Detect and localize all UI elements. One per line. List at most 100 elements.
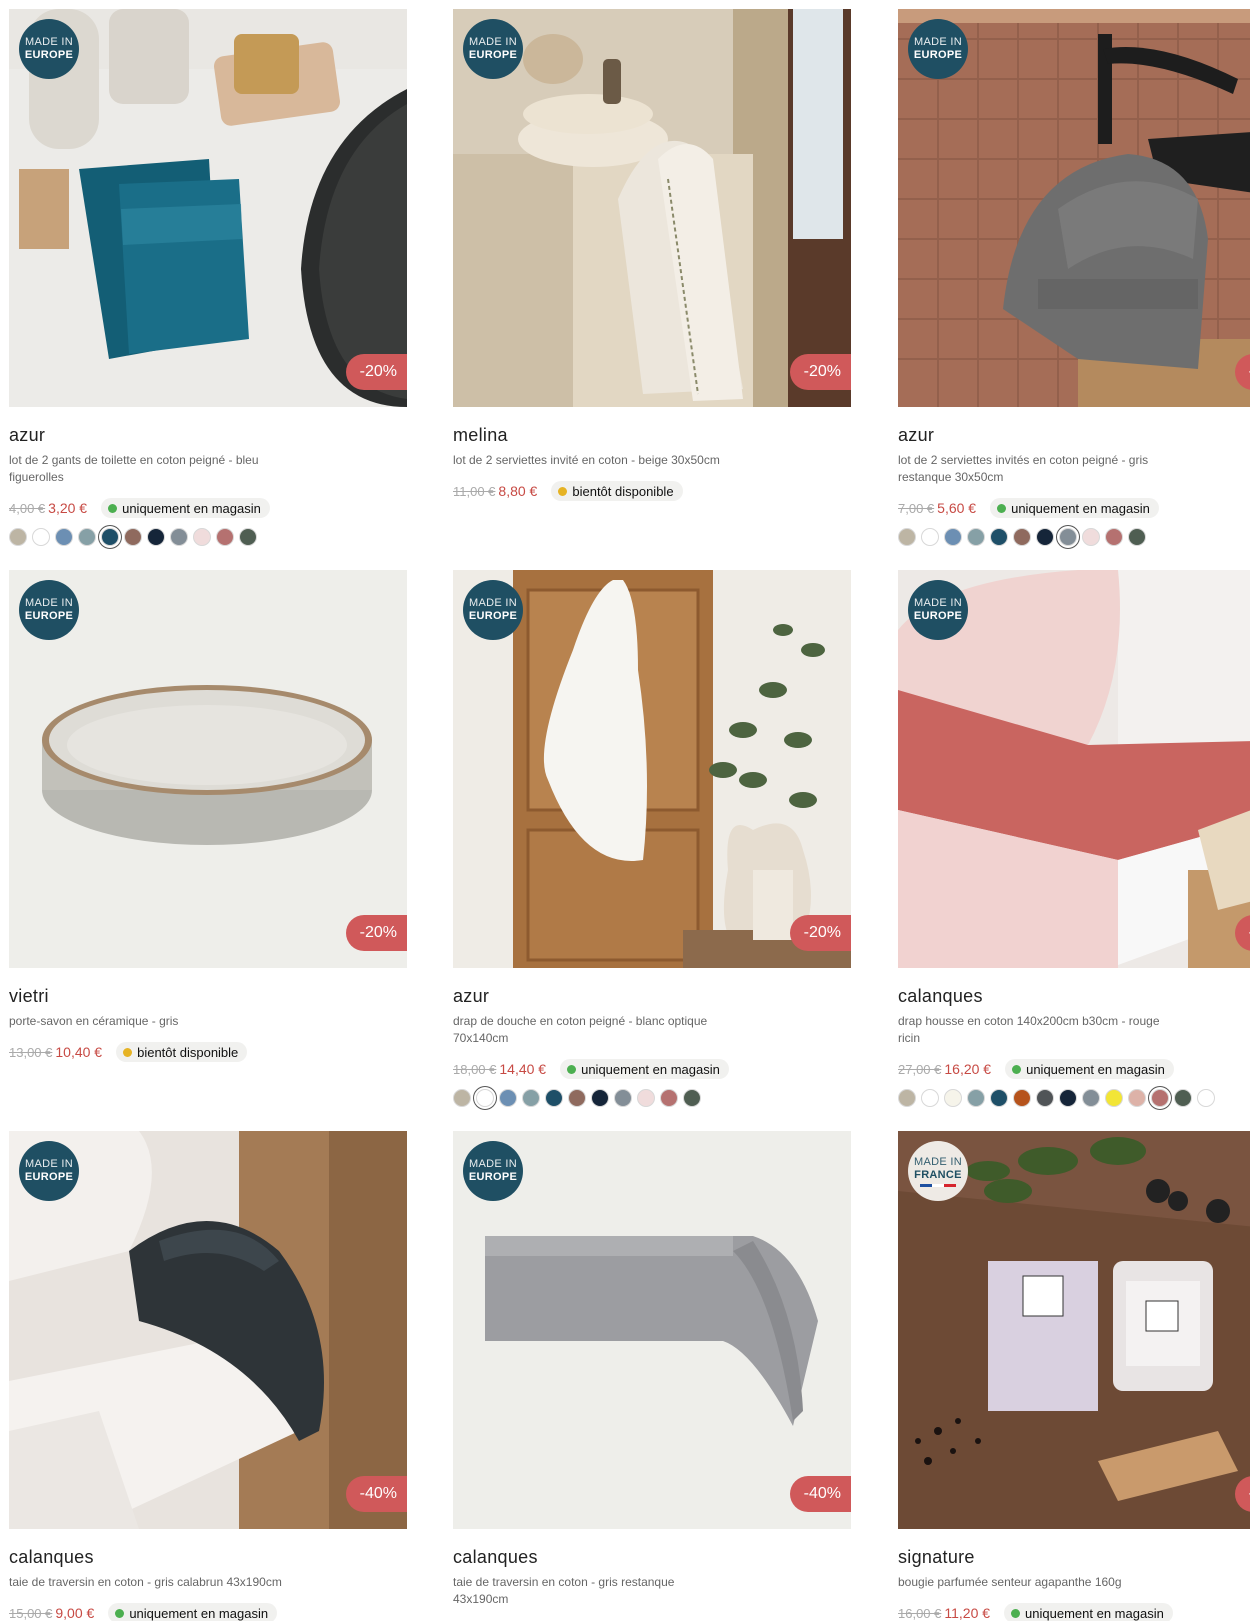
product-card[interactable]: MADE IN EUROPE -40% calanques taie de tra… <box>9 1131 407 1621</box>
color-swatch[interactable] <box>499 1089 517 1107</box>
product-card[interactable]: MADE INEUROPE -20% calanques drap housse… <box>898 570 1250 1107</box>
product-card[interactable]: MADE IN EUROPE -20% azur lot de 2 gants d… <box>9 9 407 546</box>
color-swatch[interactable] <box>1036 1089 1054 1107</box>
color-swatch[interactable] <box>944 528 962 546</box>
product-card[interactable]: MADE INFRANCE -20% signature bougie parf… <box>898 1131 1250 1621</box>
color-swatch[interactable] <box>1105 528 1123 546</box>
made-in-europe-badge: MADE IN EUROPE <box>19 1141 79 1201</box>
old-price: 18,00 € <box>453 1061 497 1077</box>
product-title[interactable]: calanques <box>453 1547 851 1568</box>
color-swatch[interactable] <box>921 528 939 546</box>
color-swatch[interactable] <box>193 528 211 546</box>
color-swatch[interactable] <box>683 1089 701 1107</box>
status-dot-icon <box>567 1064 577 1074</box>
color-swatch[interactable] <box>1059 1089 1077 1107</box>
made-in-europe-badge: MADE IN EUROPE <box>463 580 523 640</box>
product-image[interactable]: MADE IN EUROPE -40% <box>9 1131 407 1529</box>
color-swatch[interactable] <box>453 1089 471 1107</box>
color-swatch[interactable] <box>637 1089 655 1107</box>
price-row: 16,00 € 11,20 € uniquement en magasin <box>898 1603 1250 1621</box>
color-swatch[interactable] <box>239 528 257 546</box>
product-image[interactable]: MADE INEUROPE -20% <box>453 570 851 968</box>
color-swatch[interactable] <box>78 528 96 546</box>
color-swatch[interactable] <box>921 1089 939 1107</box>
color-swatch[interactable] <box>9 528 27 546</box>
price-row: 4,00 € 3,20 € uniquement en magasin <box>9 498 407 518</box>
color-swatch[interactable] <box>32 528 50 546</box>
color-swatch[interactable] <box>476 1089 494 1107</box>
price-row: 13,00 € 10,40 € bientôt disponible <box>9 1042 407 1062</box>
color-swatches <box>9 528 407 546</box>
sale-price: 10,40 € <box>55 1044 103 1060</box>
color-swatch[interactable] <box>147 528 165 546</box>
color-swatch[interactable] <box>1013 1089 1031 1107</box>
color-swatch[interactable] <box>101 528 119 546</box>
color-swatch[interactable] <box>55 528 73 546</box>
color-swatch[interactable] <box>944 1089 962 1107</box>
color-swatch[interactable] <box>990 1089 1008 1107</box>
color-swatch[interactable] <box>898 1089 916 1107</box>
color-swatch[interactable] <box>124 528 142 546</box>
color-swatch[interactable] <box>1197 1089 1215 1107</box>
product-image[interactable]: MADE IN EUROPE -40% <box>453 1131 851 1529</box>
status-dot-icon <box>123 1047 133 1057</box>
color-swatch[interactable] <box>216 528 234 546</box>
color-swatch[interactable] <box>614 1089 632 1107</box>
status-dot-icon <box>558 486 568 496</box>
color-swatches <box>898 1089 1250 1107</box>
color-swatches <box>453 1089 851 1107</box>
product-title[interactable]: azur <box>453 986 851 1007</box>
color-swatch[interactable] <box>568 1089 586 1107</box>
availability-badge: uniquement en magasin <box>990 498 1159 518</box>
product-image[interactable]: MADE INEUROPE -20% <box>898 570 1250 968</box>
product-card[interactable]: MADE INEUROPE -20% azur lot de 2 serviet… <box>898 9 1250 546</box>
color-swatch[interactable] <box>1036 528 1054 546</box>
product-description: taie de traversin en coton - gris restan… <box>453 1575 675 1606</box>
color-swatch[interactable] <box>1105 1089 1123 1107</box>
color-swatch[interactable] <box>545 1089 563 1107</box>
product-title[interactable]: calanques <box>898 986 1250 1007</box>
product-title[interactable]: vietri <box>9 986 407 1007</box>
product-image[interactable]: MADE INFRANCE -20% <box>898 1131 1250 1529</box>
color-swatch[interactable] <box>990 528 1008 546</box>
product-title[interactable]: signature <box>898 1547 1250 1568</box>
product-title[interactable]: azur <box>898 425 1250 446</box>
french-flag-icon <box>920 1183 956 1187</box>
product-card[interactable]: MADE IN EUROPE -40% calanques taie de tra… <box>453 1131 851 1608</box>
sale-price: 9,00 € <box>55 1605 95 1621</box>
made-in-europe-badge: MADE IN EUROPE <box>908 580 968 640</box>
color-swatch[interactable] <box>898 528 916 546</box>
color-swatch[interactable] <box>1082 1089 1100 1107</box>
color-swatch[interactable] <box>1059 528 1077 546</box>
color-swatch[interactable] <box>967 1089 985 1107</box>
made-in-europe-badge: MADE IN EUROPE <box>908 19 968 79</box>
color-swatch[interactable] <box>1151 1089 1169 1107</box>
color-swatch[interactable] <box>1128 1089 1146 1107</box>
product-card[interactable]: MADE IN EUROPE -20% azur drap de douche e… <box>453 570 851 1107</box>
color-swatch[interactable] <box>967 528 985 546</box>
color-swatch[interactable] <box>1174 1089 1192 1107</box>
made-in-europe-badge: MADE IN EUROPE <box>19 19 79 79</box>
product-title[interactable]: melina <box>453 425 851 446</box>
product-card[interactable]: MADE IN EUROPE -20% melina lot de 2 servi… <box>453 9 851 501</box>
color-swatch[interactable] <box>1013 528 1031 546</box>
sale-price: 3,20 € <box>48 500 88 516</box>
color-swatch[interactable] <box>591 1089 609 1107</box>
status-dot-icon <box>108 503 118 513</box>
color-swatch[interactable] <box>522 1089 540 1107</box>
product-card[interactable]: MADE IN EUROPE -20% vietri porte-savon en… <box>9 570 407 1062</box>
product-title[interactable]: azur <box>9 425 407 446</box>
old-price: 15,00 € <box>9 1605 53 1621</box>
product-image[interactable]: MADE INEUROPE -20% <box>898 9 1250 407</box>
color-swatch[interactable] <box>170 528 188 546</box>
discount-badge: -20% <box>345 354 407 390</box>
availability-badge: uniquement en magasin <box>560 1059 729 1079</box>
color-swatch[interactable] <box>1082 528 1100 546</box>
product-image[interactable]: MADE INEUROPE -20% <box>453 9 851 407</box>
product-image[interactable]: MADE INEUROPE -20% <box>9 9 407 407</box>
product-image[interactable]: MADE INEUROPE -20% <box>9 570 407 968</box>
discount-badge: -20% <box>345 915 407 951</box>
product-title[interactable]: calanques <box>9 1547 407 1568</box>
color-swatch[interactable] <box>1128 528 1146 546</box>
color-swatch[interactable] <box>660 1089 678 1107</box>
